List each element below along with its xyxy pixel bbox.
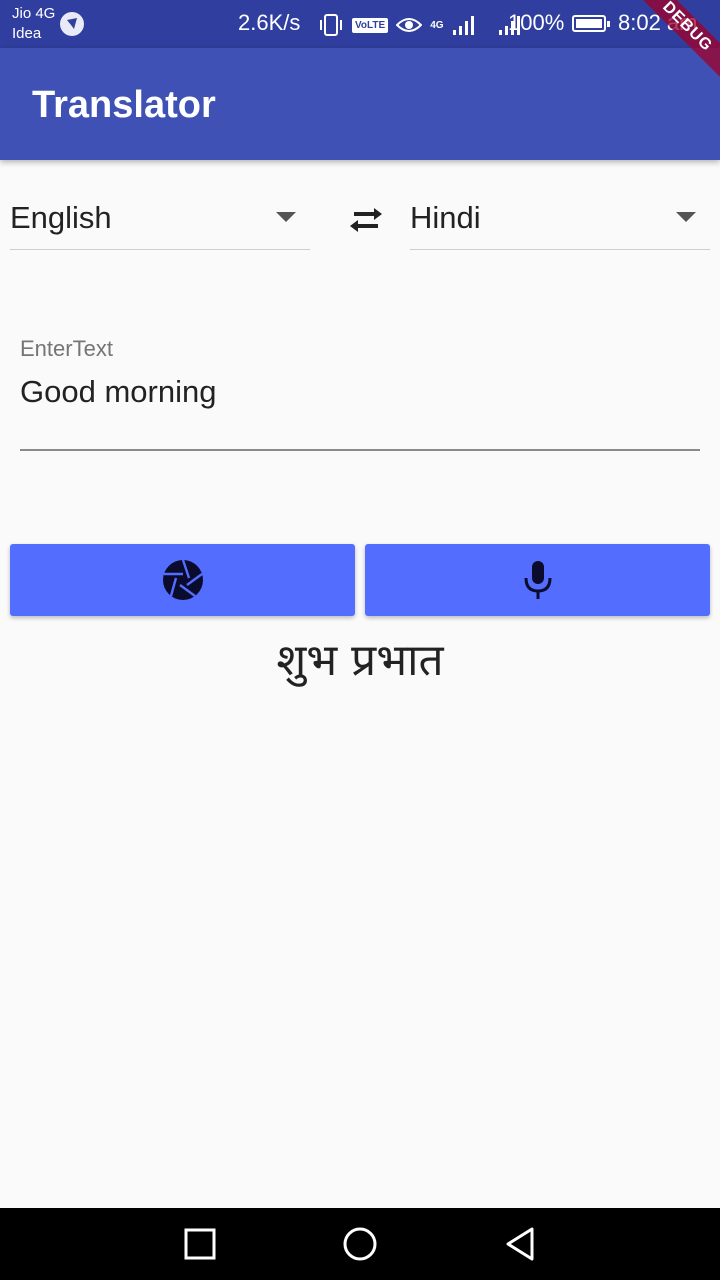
enter-text-field[interactable]: EnterText <box>20 330 700 451</box>
network-speed: 2.6K/s <box>238 10 301 35</box>
source-language-dropdown[interactable]: English <box>10 190 310 250</box>
back-icon <box>506 1227 534 1261</box>
app-bar: Translator <box>0 48 720 160</box>
enter-text-input[interactable] <box>20 374 680 410</box>
eye-icon <box>396 18 423 32</box>
back-button[interactable] <box>502 1226 538 1262</box>
target-language-value: Hindi <box>410 200 481 235</box>
home-button[interactable] <box>342 1226 378 1262</box>
target-language-dropdown[interactable]: Hindi <box>410 190 710 250</box>
carrier-info: Jio 4G Idea <box>12 4 55 44</box>
recent-apps-button[interactable] <box>182 1226 218 1262</box>
carrier-primary: Jio 4G <box>12 5 56 22</box>
system-nav-bar <box>0 1208 720 1280</box>
network-type-label: 4G <box>430 19 444 31</box>
translated-text: शुभ प्रभात <box>276 635 444 686</box>
battery-icon <box>572 15 610 32</box>
source-language-value: English <box>10 200 112 235</box>
vibrate-icon <box>320 14 342 36</box>
page-title: Translator <box>32 84 216 126</box>
carrier-secondary: Idea <box>12 25 42 42</box>
microphone-button[interactable] <box>365 544 710 616</box>
enter-text-label: EnterText <box>20 336 113 361</box>
swap-languages-button[interactable] <box>344 200 388 240</box>
volte-icon: VoLTE <box>352 17 389 33</box>
swap-horiz-icon <box>350 208 382 232</box>
home-icon <box>343 1227 377 1261</box>
camera-button[interactable] <box>10 544 355 616</box>
status-bar: Jio 4G Idea 2.6K/s VoLTE 4G 100% 8:02 am <box>0 0 720 48</box>
notification-icon <box>60 12 84 36</box>
camera-shutter-icon <box>162 559 203 600</box>
dropdown-arrow-icon <box>676 212 696 222</box>
mic-icon <box>524 561 551 599</box>
battery-percent: 100% <box>508 10 565 35</box>
recent-apps-icon <box>184 1228 216 1260</box>
status-icons: VoLTE 4G <box>318 12 522 38</box>
dropdown-arrow-icon <box>276 212 296 222</box>
signal-icon <box>452 16 474 35</box>
